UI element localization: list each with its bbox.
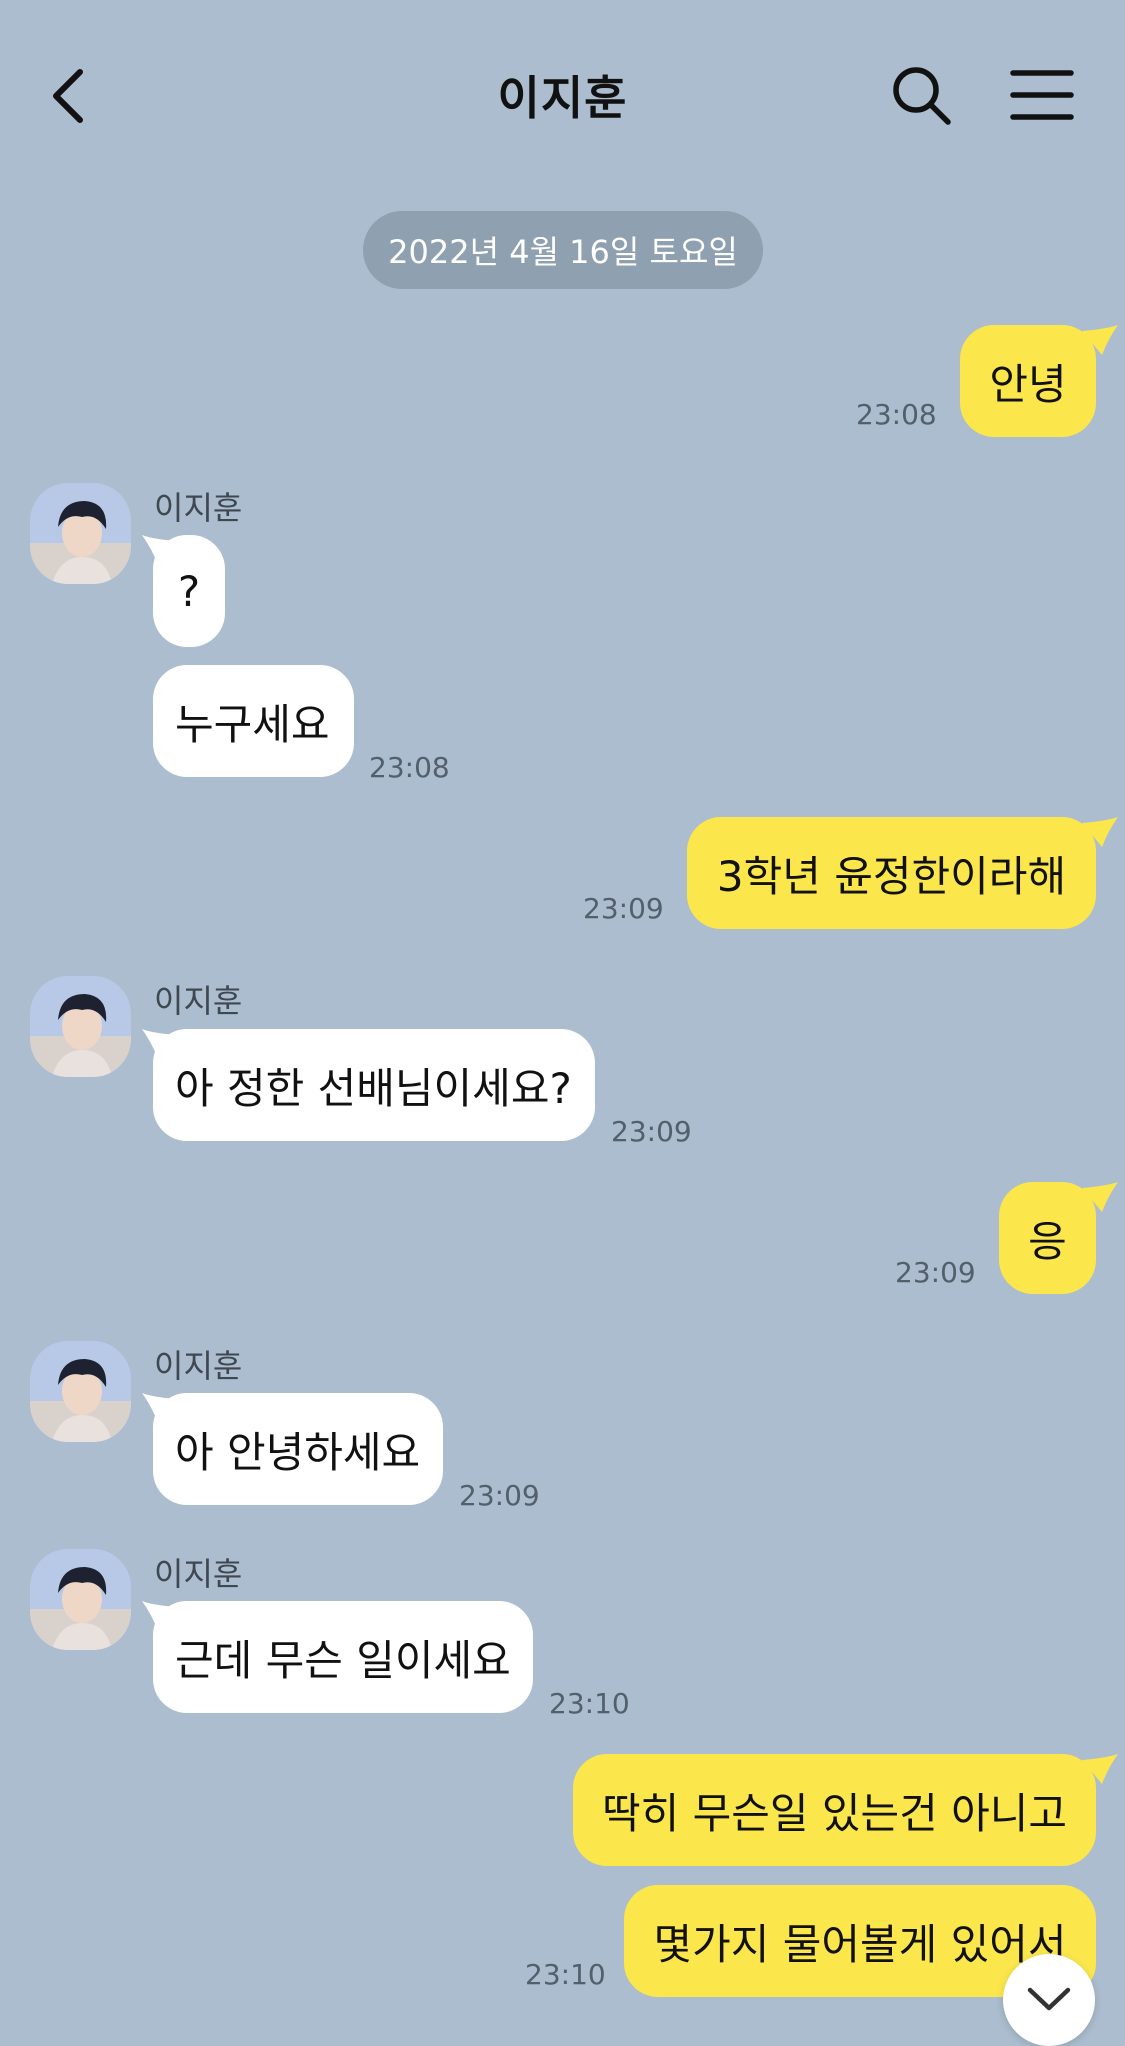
- avatar[interactable]: [30, 1341, 131, 1442]
- bubble-tail: [1082, 817, 1118, 847]
- message-text: 근데 무슨 일이세요: [175, 1635, 511, 1685]
- sender-name: 이지훈: [154, 1555, 243, 1593]
- my-message-bubble[interactable]: 안녕: [960, 325, 1096, 437]
- chat-header: 이지훈: [0, 0, 1125, 190]
- their-message-bubble[interactable]: 누구세요: [153, 665, 354, 777]
- menu-button[interactable]: [1004, 60, 1080, 130]
- bubble-tail: [1082, 1182, 1118, 1212]
- sender-name: 이지훈: [154, 489, 243, 527]
- my-message-bubble[interactable]: 딱히 무슨일 있는건 아니고: [573, 1754, 1096, 1866]
- bubble-tail: [1082, 325, 1118, 355]
- message-time: 23:09: [583, 892, 664, 925]
- message-text: 딱히 무슨일 있는건 아니고: [601, 1788, 1068, 1838]
- avatar[interactable]: [30, 1549, 131, 1650]
- profile-photo: [30, 483, 131, 584]
- their-message-bubble[interactable]: 아 안녕하세요: [153, 1393, 443, 1505]
- scroll-to-bottom-button[interactable]: [1003, 1954, 1095, 2046]
- sender-name: 이지훈: [154, 982, 243, 1020]
- message-text: 3학년 윤정한이라해: [716, 851, 1067, 901]
- date-divider: 2022년 4월 16일 토요일: [363, 211, 763, 289]
- bubble-tail: [142, 1393, 176, 1423]
- message-text: 응: [1028, 1216, 1067, 1266]
- message-time: 23:09: [459, 1479, 540, 1512]
- avatar[interactable]: [30, 483, 131, 584]
- message-time: 23:08: [856, 398, 937, 431]
- my-message-bubble[interactable]: 3학년 윤정한이라해: [687, 817, 1096, 929]
- hamburger-menu-icon: [1010, 70, 1074, 120]
- bubble-tail: [1082, 1754, 1118, 1784]
- chevron-down-icon: [1027, 1987, 1071, 2011]
- bubble-tail: [142, 1029, 176, 1059]
- message-text: ?: [177, 566, 201, 616]
- message-text: 아 안녕하세요: [175, 1427, 421, 1477]
- avatar[interactable]: [30, 976, 131, 1077]
- message-time: 23:10: [525, 1958, 606, 1991]
- message-text: 아 정한 선배님이세요?: [175, 1063, 572, 1113]
- their-message-bubble[interactable]: 아 정한 선배님이세요?: [153, 1029, 595, 1141]
- message-time: 23:08: [369, 751, 450, 784]
- message-time: 23:09: [895, 1256, 976, 1289]
- profile-photo: [30, 976, 131, 1077]
- message-text: 몇가지 물어볼게 있어서: [653, 1919, 1067, 1969]
- sender-name: 이지훈: [154, 1347, 243, 1385]
- search-button[interactable]: [884, 58, 960, 134]
- bubble-tail: [142, 535, 176, 565]
- bubble-tail: [142, 1601, 176, 1631]
- profile-photo: [30, 1549, 131, 1650]
- message-time: 23:09: [611, 1115, 692, 1148]
- search-icon: [893, 67, 951, 125]
- message-text: 누구세요: [175, 699, 330, 749]
- profile-photo: [30, 1341, 131, 1442]
- message-text: 안녕: [989, 359, 1067, 409]
- message-time: 23:10: [549, 1687, 630, 1720]
- their-message-bubble[interactable]: 근데 무슨 일이세요: [153, 1601, 533, 1713]
